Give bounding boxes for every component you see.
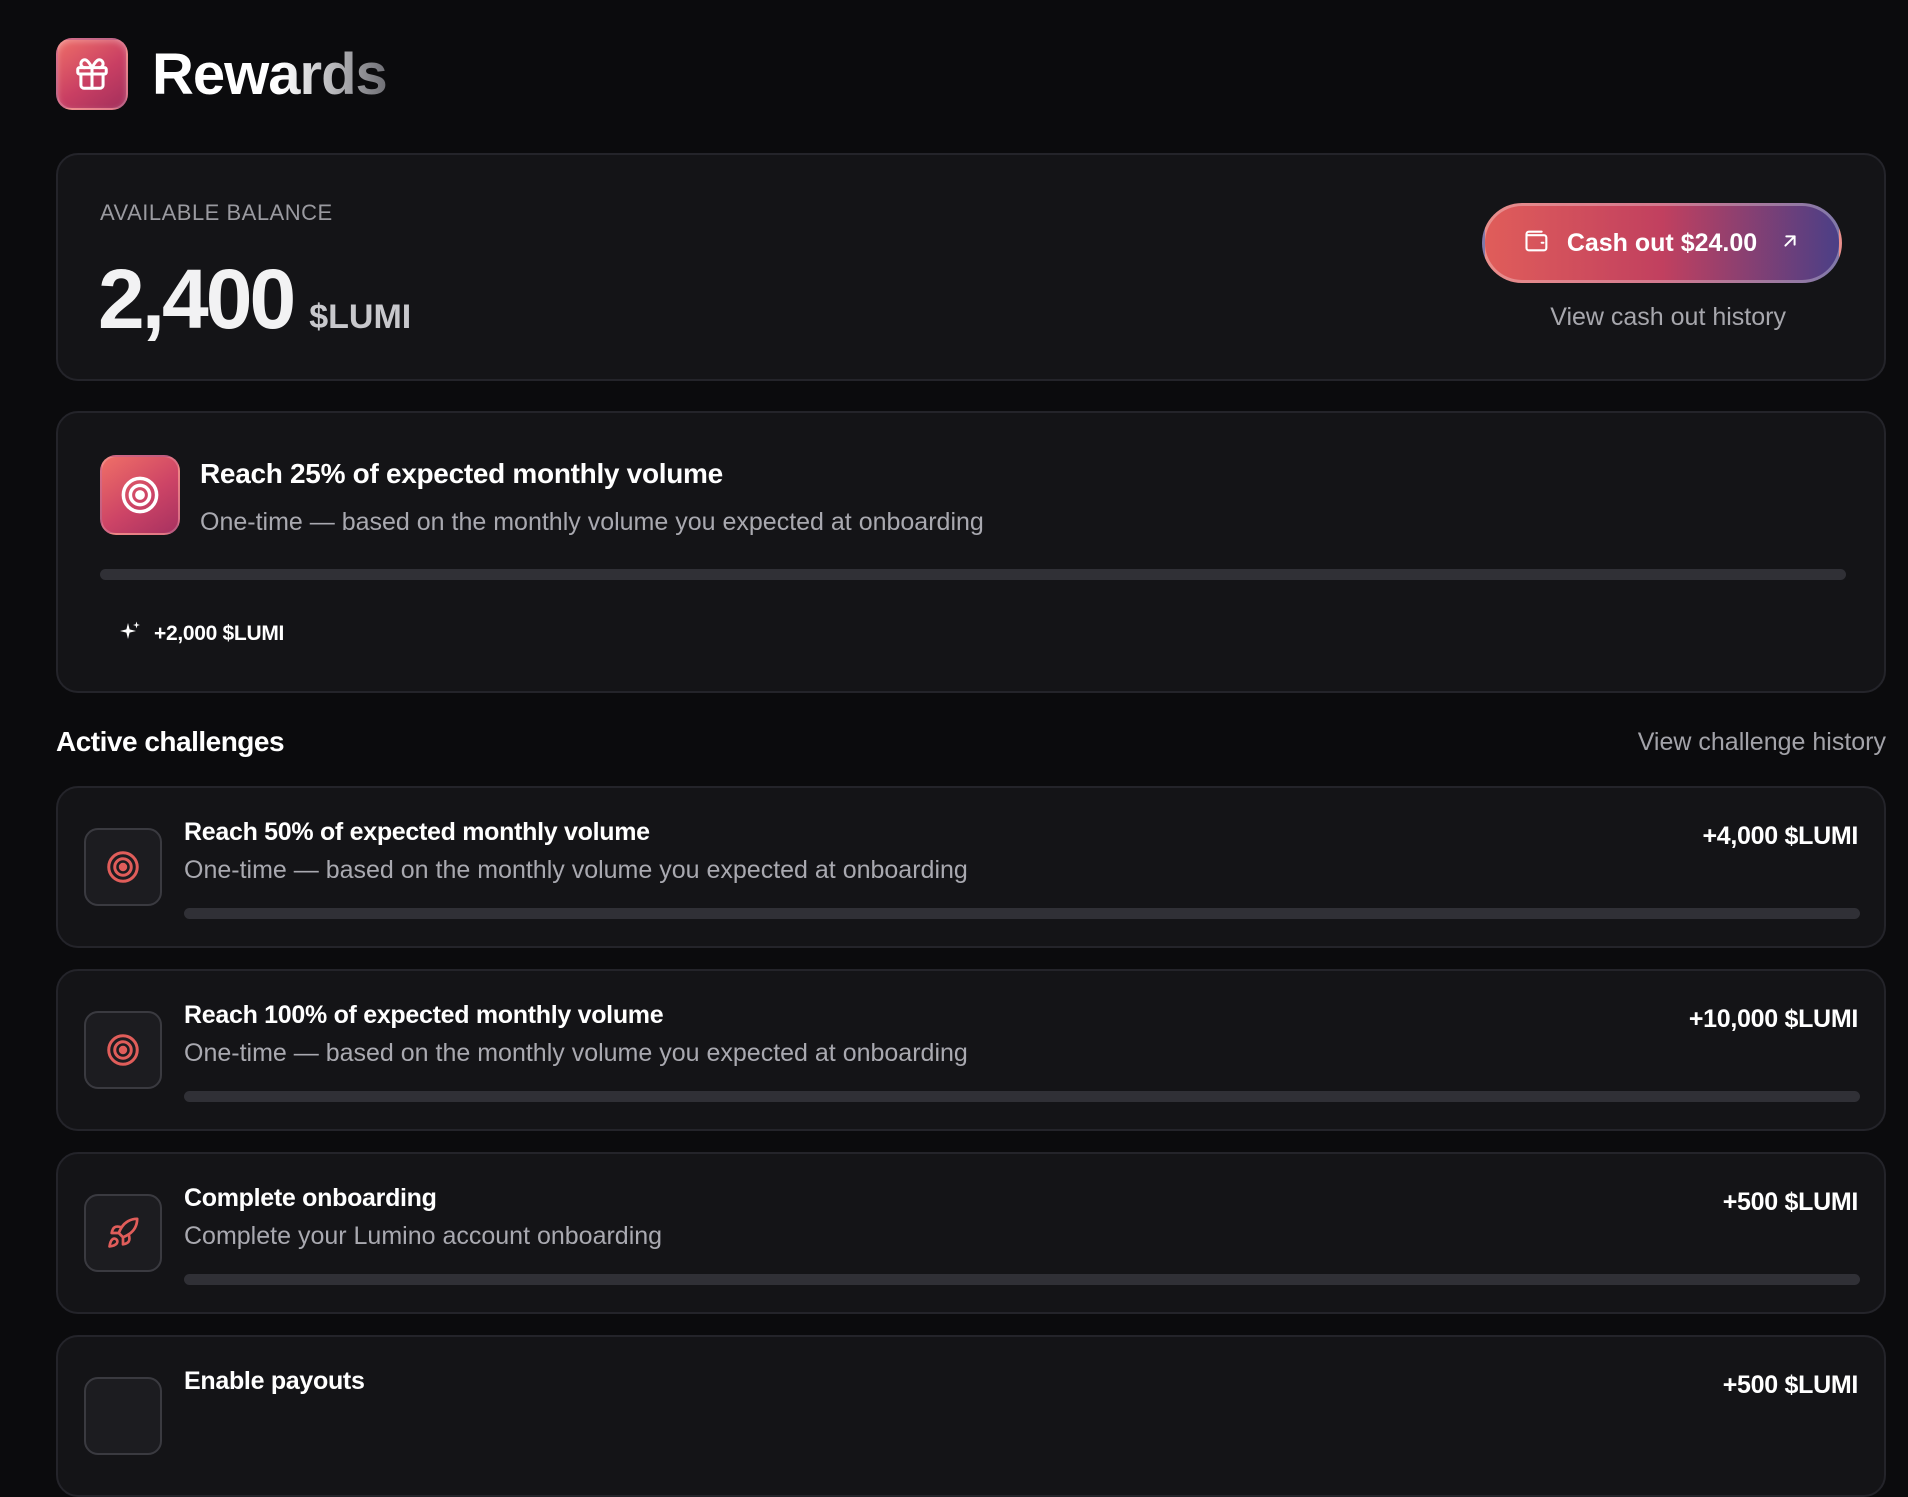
cash-out-button[interactable]: Cash out $24.00	[1482, 203, 1842, 283]
challenge-card[interactable]: Reach 100% of expected monthly volume On…	[56, 969, 1886, 1131]
target-icon	[84, 828, 162, 906]
rewards-page: Rewards AVAILABLE BALANCE 2,400 $LUMI Ca…	[56, 0, 1886, 1497]
featured-challenge-title: Reach 25% of expected monthly volume	[200, 458, 723, 489]
challenge-progress-bar	[184, 908, 1860, 919]
featured-progress-bar	[100, 569, 1846, 580]
challenge-title: Reach 100% of expected monthly volume	[184, 1001, 664, 1029]
wallet-icon	[1523, 227, 1551, 260]
challenge-description: One-time — based on the monthly volume y…	[184, 1039, 968, 1067]
challenge-reward: +500 $LUMI	[1722, 1371, 1859, 1399]
arrow-up-right-icon	[1779, 230, 1801, 257]
featured-reward: +2,000 $LUMI	[118, 619, 284, 648]
sparkle-icon	[118, 619, 142, 648]
challenge-progress-bar	[184, 1274, 1860, 1285]
challenge-reward: +10,000 $LUMI	[1688, 1005, 1858, 1033]
payout-icon	[84, 1377, 162, 1455]
challenge-progress-bar	[184, 1091, 1860, 1102]
challenge-title: Reach 50% of expected monthly volume	[184, 818, 650, 846]
page-header: Rewards	[56, 38, 388, 110]
cash-out-label: Cash out $24.00	[1566, 228, 1758, 257]
featured-challenge-card: Reach 25% of expected monthly volume One…	[56, 411, 1886, 693]
challenge-description: Complete your Lumino account onboarding	[184, 1222, 663, 1250]
challenge-card[interactable]: Reach 50% of expected monthly volume One…	[56, 786, 1886, 948]
challenge-title: Complete onboarding	[184, 1184, 437, 1212]
view-cash-out-history-link[interactable]: View cash out history	[1550, 303, 1786, 332]
balance-amount: 2,400 $LUMI	[98, 251, 411, 348]
view-challenge-history-link[interactable]: View challenge history	[1638, 728, 1886, 757]
challenge-title: Enable payouts	[184, 1367, 365, 1395]
balance-unit: $LUMI	[309, 298, 412, 336]
page-title: Rewards	[152, 41, 388, 107]
featured-challenge-description: One-time — based on the monthly volume y…	[200, 508, 984, 536]
challenge-reward: +4,000 $LUMI	[1702, 822, 1858, 850]
gift-icon	[56, 38, 128, 110]
challenge-reward: +500 $LUMI	[1722, 1188, 1859, 1216]
challenge-card[interactable]: Complete onboarding Complete your Lumino…	[56, 1152, 1886, 1314]
active-challenges-title: Active challenges	[56, 726, 285, 757]
target-icon	[100, 455, 180, 535]
balance-value: 2,400	[98, 252, 296, 346]
featured-reward-amount: +2,000 $LUMI	[154, 621, 285, 645]
challenge-description: One-time — based on the monthly volume y…	[184, 856, 968, 884]
target-icon	[84, 1011, 162, 1089]
balance-card: AVAILABLE BALANCE 2,400 $LUMI Cash out $…	[56, 153, 1886, 381]
challenge-card[interactable]: Enable payouts +500 $LUMI	[56, 1335, 1886, 1497]
balance-label: AVAILABLE BALANCE	[100, 200, 333, 225]
rocket-icon	[84, 1194, 162, 1272]
